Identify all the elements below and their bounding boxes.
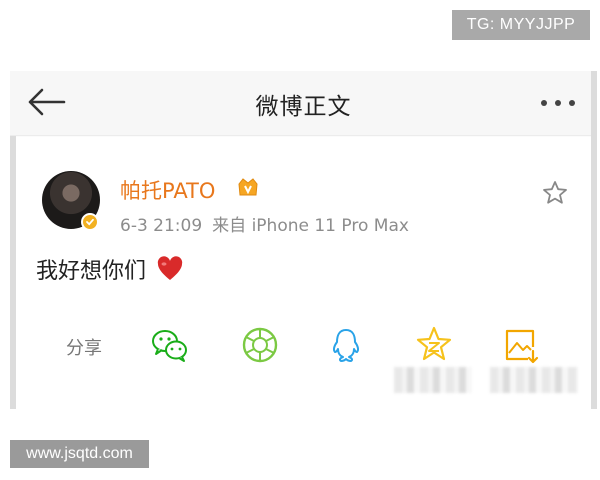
- favorite-star-icon[interactable]: [541, 179, 569, 207]
- verified-badge-icon: [81, 213, 99, 231]
- save-image-button[interactable]: [500, 325, 540, 365]
- blurred-area: [394, 367, 472, 393]
- more-dots-icon[interactable]: [539, 98, 577, 108]
- qzone-star-icon: [416, 326, 452, 361]
- blurred-area: [490, 367, 578, 393]
- watermark: www.jsqtd.com: [10, 440, 149, 468]
- post-source: 来自 iPhone 11 Pro Max: [212, 216, 409, 236]
- share-moments-button[interactable]: [240, 325, 280, 365]
- wechat-moments-icon: [242, 327, 278, 363]
- share-qq-button[interactable]: [326, 325, 366, 365]
- heart-emoji-icon: [157, 256, 183, 280]
- phone-screen: 微博正文 帕托PATO 6-3 21:09 来自 iPhone 11 Pro Ma…: [10, 71, 597, 409]
- page-title: 微博正文: [255, 94, 352, 120]
- post-date: 6-3 21:09: [120, 216, 203, 236]
- post-text: 我好想你们: [36, 259, 147, 284]
- user-name[interactable]: 帕托PATO: [120, 175, 215, 205]
- share-qzone-button[interactable]: [414, 325, 454, 365]
- qq-icon: [332, 329, 360, 362]
- post-content: 我好想你们: [36, 253, 184, 285]
- share-label: 分享: [66, 338, 102, 359]
- top-nav-bar: 微博正文: [10, 71, 597, 136]
- vip-crown-icon: [238, 178, 258, 196]
- share-wechat-button[interactable]: [150, 325, 190, 365]
- share-bar: 分享: [16, 325, 591, 365]
- save-image-icon: [505, 329, 539, 364]
- wechat-icon: [152, 330, 187, 362]
- post-meta: 6-3 21:09 来自 iPhone 11 Pro Max: [120, 211, 409, 236]
- weibo-post: 帕托PATO 6-3 21:09 来自 iPhone 11 Pro Max 我好想…: [16, 137, 591, 409]
- tg-badge: TG: MYYJJPP: [452, 10, 590, 40]
